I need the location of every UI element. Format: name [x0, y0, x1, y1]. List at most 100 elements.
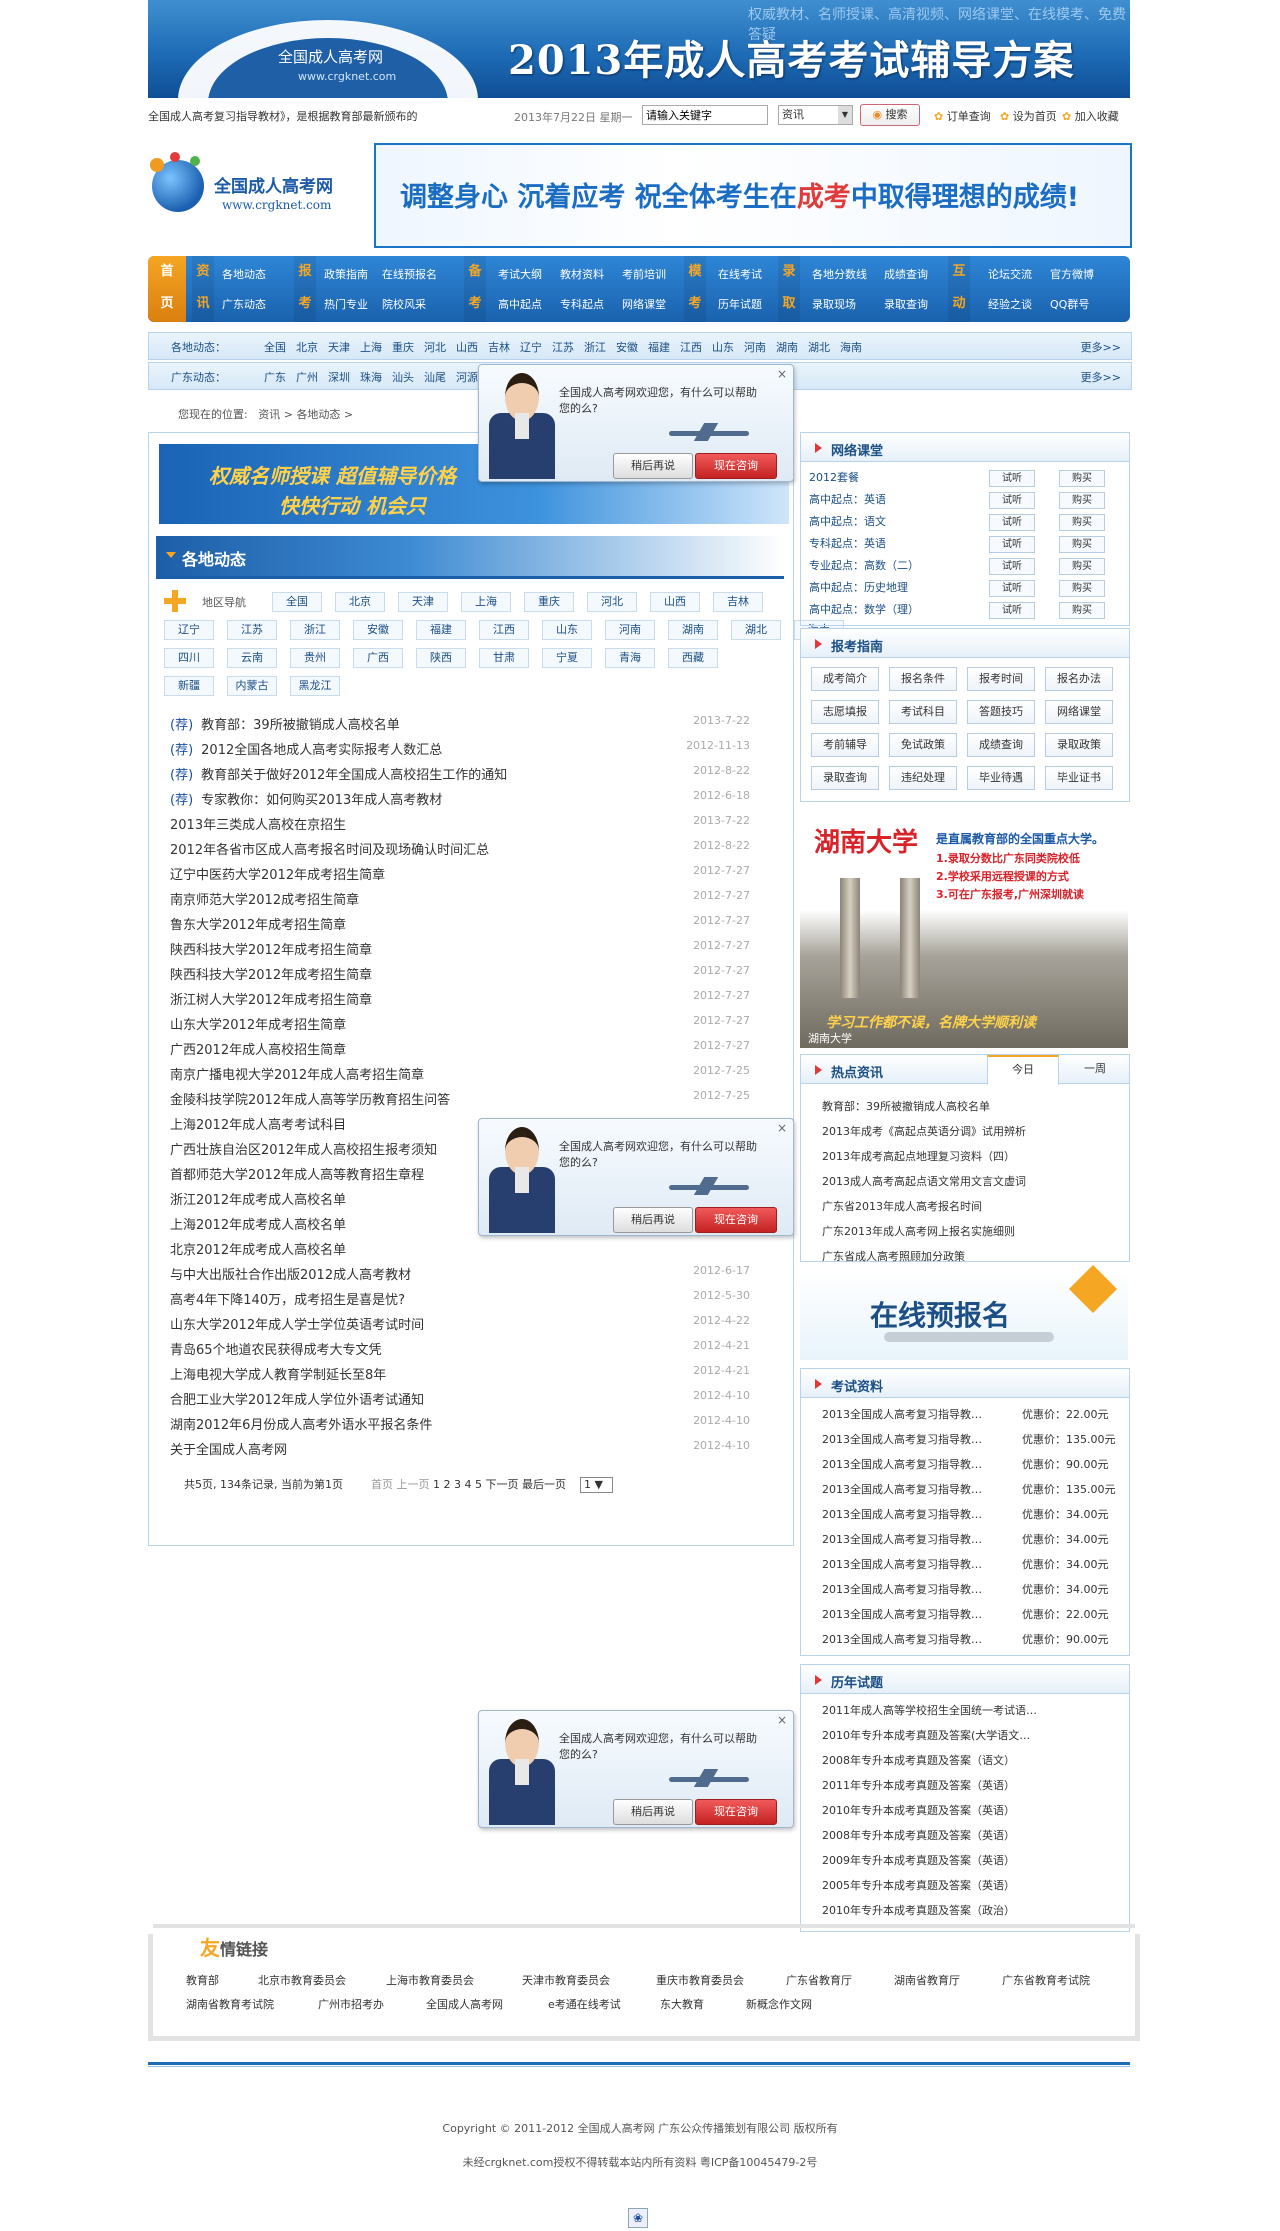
friend-link[interactable]: 新概念作文网 [746, 1996, 812, 2012]
material-row[interactable]: 2013全国成人高考复习指导教… 优惠价：34.00元 [822, 1506, 1118, 1522]
buy-button[interactable]: 购买 [1059, 470, 1105, 487]
popup-later-button[interactable]: 稍后再说 [613, 453, 693, 479]
news-title[interactable]: 首都师范大学2012年成人高等教育招生章程 [170, 1168, 424, 1183]
region-tag-23[interactable]: 陕西 [416, 648, 466, 668]
hunan-university-ad[interactable]: 湖南大学 是直属教育部的全国重点大学。 1.录取分数比广东同类院校低 2.学校采… [800, 818, 1128, 1048]
past-paper-item[interactable]: 2010年专升本成考真题及答案（英语） [822, 1802, 1015, 1818]
pagination-pages[interactable]: 1 2 3 4 5 [433, 1478, 482, 1491]
nav-item-syllabus[interactable]: 考试大纲 [498, 266, 542, 282]
region-tag-10[interactable]: 浙江 [290, 620, 340, 640]
news-row[interactable]: 山东大学2012年成考招生简章 2012-7-27 [170, 1014, 750, 1034]
friend-link[interactable]: 天津市教育委员会 [522, 1972, 610, 1988]
buy-button[interactable]: 购买 [1059, 492, 1105, 509]
regional-city-link[interactable]: 北京 [296, 341, 318, 354]
material-row[interactable]: 2013全国成人高考复习指导教… 优惠价：34.00元 [822, 1581, 1118, 1597]
regional-city-link[interactable]: 辽宁 [520, 341, 542, 354]
news-title[interactable]: 2012年各省市区成人高考报名时间及现场确认时间汇总 [170, 843, 489, 858]
regional-city-link[interactable]: 浙江 [584, 341, 606, 354]
listen-button[interactable]: 试听 [989, 470, 1035, 487]
popup-consult-button[interactable]: 现在咨询 [695, 1207, 777, 1233]
guide-button[interactable]: 考前辅导 [811, 733, 879, 757]
regional-city-link[interactable]: 湖北 [808, 341, 830, 354]
region-tag-17[interactable]: 湖北 [731, 620, 781, 640]
guide-button[interactable]: 违纪处理 [889, 766, 957, 790]
region-tag-12[interactable]: 福建 [416, 620, 466, 640]
news-title[interactable]: 北京2012年成考成人高校名单 [170, 1243, 346, 1258]
hot-news-item[interactable]: 广东省成人高考照顾加分政策 [822, 1248, 965, 1264]
guide-button[interactable]: 网络课堂 [1045, 700, 1113, 724]
course-name[interactable]: 高中起点：历史地理 [809, 581, 908, 594]
guide-button[interactable]: 答题技巧 [967, 700, 1035, 724]
hot-news-item[interactable]: 2013成人高考高起点语文常用文言文虚词 [822, 1173, 1026, 1189]
close-icon[interactable]: × [777, 1121, 787, 1135]
pagination-first[interactable]: 首页 [371, 1478, 393, 1491]
news-row[interactable]: 陕西科技大学2012年成考招生简章 2012-7-27 [170, 939, 750, 959]
news-title[interactable]: 广西2012年成人高校招生简章 [170, 1043, 346, 1058]
buy-button[interactable]: 购买 [1059, 558, 1105, 575]
region-tag-0[interactable]: 全国 [272, 592, 322, 612]
regional-city-link[interactable]: 河源 [456, 371, 478, 384]
material-name[interactable]: 2013全国成人高考复习指导教… [822, 1608, 982, 1621]
nav-item-highschool[interactable]: 高中起点 [498, 296, 542, 312]
nav-item-policy[interactable]: 政策指南 [324, 266, 368, 282]
hot-news-item[interactable]: 广东2013年成人高考网上报名实施细则 [822, 1223, 1015, 1239]
news-title[interactable]: 陕西科技大学2012年成考招生简章 [170, 968, 372, 983]
news-title[interactable]: 陕西科技大学2012年成考招生简章 [170, 943, 372, 958]
material-name[interactable]: 2013全国成人高考复习指导教… [822, 1583, 982, 1596]
page-select[interactable]: 1 ▼ [579, 1477, 613, 1493]
friend-link[interactable]: 广东省教育考试院 [1002, 1972, 1090, 1988]
nav-item-score-query[interactable]: 成绩查询 [884, 266, 928, 282]
search-input[interactable] [642, 105, 768, 125]
region-tag-6[interactable]: 山西 [650, 592, 700, 612]
news-title[interactable]: 高考4年下降140万，成考招生是喜是忧? [170, 1293, 405, 1308]
friend-link[interactable]: 北京市教育委员会 [258, 1972, 346, 1988]
pagination-prev[interactable]: 上一页 [396, 1478, 429, 1491]
region-tag-3[interactable]: 上海 [461, 592, 511, 612]
news-row[interactable]: 陕西科技大学2012年成考招生简章 2012-7-27 [170, 964, 750, 984]
guide-button[interactable]: 录取查询 [811, 766, 879, 790]
region-tag-24[interactable]: 甘肃 [479, 648, 529, 668]
friend-link[interactable]: 全国成人高考网 [426, 1996, 503, 2012]
regional-city-link[interactable]: 上海 [360, 341, 382, 354]
news-title[interactable]: 教育部：39所被撤销成人高校名单 [201, 718, 400, 733]
material-name[interactable]: 2013全国成人高考复习指导教… [822, 1483, 982, 1496]
guide-button[interactable]: 报名条件 [889, 667, 957, 691]
region-tag-5[interactable]: 河北 [587, 592, 637, 612]
guide-button[interactable]: 报考时间 [967, 667, 1035, 691]
news-title[interactable]: 辽宁中医药大学2012年成考招生简章 [170, 868, 385, 883]
news-title[interactable]: 鲁东大学2012年成考招生简章 [170, 918, 346, 933]
course-name[interactable]: 高中起点：语文 [809, 515, 886, 528]
regional-city-link[interactable]: 山西 [456, 341, 478, 354]
nav-item-weibo[interactable]: 官方微博 [1050, 266, 1094, 282]
news-title[interactable]: 广西壮族自治区2012年成人高校招生报考须知 [170, 1143, 437, 1158]
news-row[interactable]: 北京2012年成考成人高校名单 [170, 1239, 750, 1259]
breadcrumb-item[interactable]: 各地动态 [296, 408, 340, 421]
region-tag-21[interactable]: 贵州 [290, 648, 340, 668]
friend-link[interactable]: e考通在线考试 [548, 1996, 621, 2012]
regional-city-link[interactable]: 福建 [648, 341, 670, 354]
material-row[interactable]: 2013全国成人高考复习指导教… 优惠价：90.00元 [822, 1631, 1118, 1647]
regional-city-link[interactable]: 深圳 [328, 371, 350, 384]
material-name[interactable]: 2013全国成人高考复习指导教… [822, 1508, 982, 1521]
regional-city-link[interactable]: 山东 [712, 341, 734, 354]
guide-button[interactable]: 录取政策 [1045, 733, 1113, 757]
guide-button[interactable]: 成绩查询 [967, 733, 1035, 757]
close-icon[interactable]: × [777, 1713, 787, 1727]
material-name[interactable]: 2013全国成人高考复习指导教… [822, 1458, 982, 1471]
hot-news-item[interactable]: 2013年成考高起点地理复习资料（四） [822, 1148, 1015, 1164]
course-name[interactable]: 专业起点：高数（二） [809, 559, 919, 572]
material-row[interactable]: 2013全国成人高考复习指导教… 优惠价：34.00元 [822, 1556, 1118, 1572]
material-row[interactable]: 2013全国成人高考复习指导教… 优惠价：135.00元 [822, 1481, 1118, 1497]
region-tag-20[interactable]: 云南 [227, 648, 277, 668]
news-title[interactable]: 上海2012年成考成人高校名单 [170, 1218, 346, 1233]
region-tag-13[interactable]: 江西 [479, 620, 529, 640]
listen-button[interactable]: 试听 [989, 492, 1035, 509]
news-title[interactable]: 与中大出版社合作出版2012成人高考教材 [170, 1268, 411, 1283]
regional-city-link[interactable]: 广州 [296, 371, 318, 384]
nav-home[interactable]: 首页 [148, 256, 186, 322]
online-register-ad[interactable]: 在线预报名 [800, 1264, 1128, 1360]
past-paper-item[interactable]: 2005年专升本成考真题及答案（英语） [822, 1877, 1015, 1893]
news-row[interactable]: 南京广播电视大学2012年成人高考招生简章 2012-7-25 [170, 1064, 750, 1084]
nav-item-online-class[interactable]: 网络课堂 [622, 296, 666, 312]
news-row[interactable]: 广西2012年成人高校招生简章 2012-7-27 [170, 1039, 750, 1059]
